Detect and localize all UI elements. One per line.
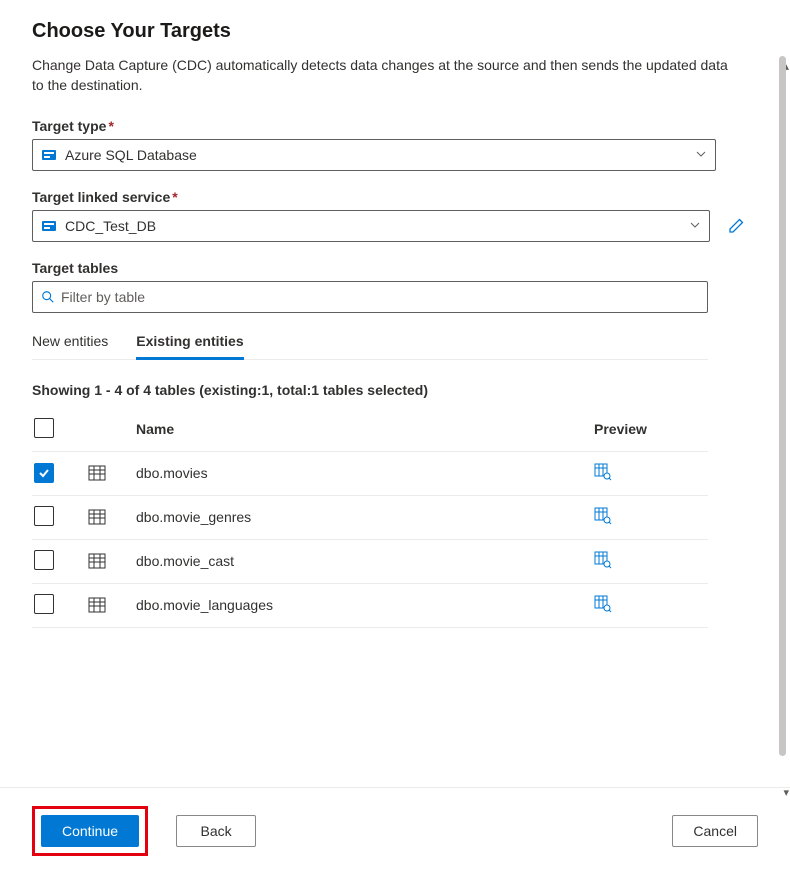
- linked-service-label: Target linked service*: [32, 189, 758, 205]
- linked-service-value: CDC_Test_DB: [65, 218, 689, 234]
- table-icon: [88, 552, 106, 570]
- tab-existing-entities[interactable]: Existing entities: [136, 325, 243, 359]
- preview-button[interactable]: [594, 595, 612, 613]
- tables-summary: Showing 1 - 4 of 4 tables (existing:1, t…: [32, 382, 758, 398]
- row-checkbox[interactable]: [34, 550, 54, 570]
- page-description: Change Data Capture (CDC) automatically …: [32, 55, 732, 96]
- tables-list: Name Preview dbo.movies dbo: [32, 412, 708, 628]
- preview-icon: [594, 551, 612, 569]
- table-name: dbo.movies: [136, 465, 594, 481]
- preview-icon: [594, 463, 612, 481]
- table-row: dbo.movies: [32, 452, 708, 496]
- cancel-button[interactable]: Cancel: [672, 815, 758, 847]
- search-icon: [41, 290, 55, 304]
- target-type-value: Azure SQL Database: [65, 147, 695, 163]
- select-all-checkbox[interactable]: [34, 418, 54, 438]
- preview-icon: [594, 595, 612, 613]
- continue-button[interactable]: Continue: [41, 815, 139, 847]
- target-tables-label: Target tables: [32, 260, 758, 276]
- linked-service-dropdown[interactable]: CDC_Test_DB: [32, 210, 710, 242]
- required-indicator: *: [108, 118, 113, 134]
- scrollbar[interactable]: [779, 56, 786, 756]
- sql-database-icon: [41, 218, 57, 234]
- table-icon: [88, 508, 106, 526]
- row-checkbox[interactable]: [34, 594, 54, 614]
- target-type-label: Target type*: [32, 118, 758, 134]
- row-checkbox[interactable]: [34, 506, 54, 526]
- check-icon: [37, 466, 51, 480]
- table-header-row: Name Preview: [32, 412, 708, 452]
- pencil-icon: [728, 218, 744, 234]
- back-button[interactable]: Back: [176, 815, 256, 847]
- preview-button[interactable]: [594, 551, 612, 569]
- footer: Continue Back Cancel: [0, 787, 790, 880]
- column-header-preview[interactable]: Preview: [594, 421, 708, 437]
- table-row: dbo.movie_cast: [32, 540, 708, 584]
- table-row: dbo.movie_genres: [32, 496, 708, 540]
- required-indicator: *: [172, 189, 177, 205]
- preview-button[interactable]: [594, 463, 612, 481]
- sql-database-icon: [41, 147, 57, 163]
- chevron-down-icon: [695, 147, 707, 163]
- preview-icon: [594, 507, 612, 525]
- filter-tables-input[interactable]: [61, 289, 699, 305]
- page-title: Choose Your Targets: [32, 20, 758, 43]
- filter-tables-search[interactable]: [32, 281, 708, 313]
- table-name: dbo.movie_languages: [136, 597, 594, 613]
- tab-new-entities[interactable]: New entities: [32, 325, 108, 359]
- preview-button[interactable]: [594, 507, 612, 525]
- row-checkbox[interactable]: [34, 463, 54, 483]
- continue-highlight: Continue: [32, 806, 148, 856]
- table-icon: [88, 596, 106, 614]
- column-header-name[interactable]: Name: [136, 421, 594, 437]
- table-icon: [88, 464, 106, 482]
- table-name: dbo.movie_cast: [136, 553, 594, 569]
- edit-linked-service-button[interactable]: [720, 210, 752, 242]
- table-name: dbo.movie_genres: [136, 509, 594, 525]
- chevron-down-icon: [689, 218, 701, 234]
- table-row: dbo.movie_languages: [32, 584, 708, 628]
- target-type-dropdown[interactable]: Azure SQL Database: [32, 139, 716, 171]
